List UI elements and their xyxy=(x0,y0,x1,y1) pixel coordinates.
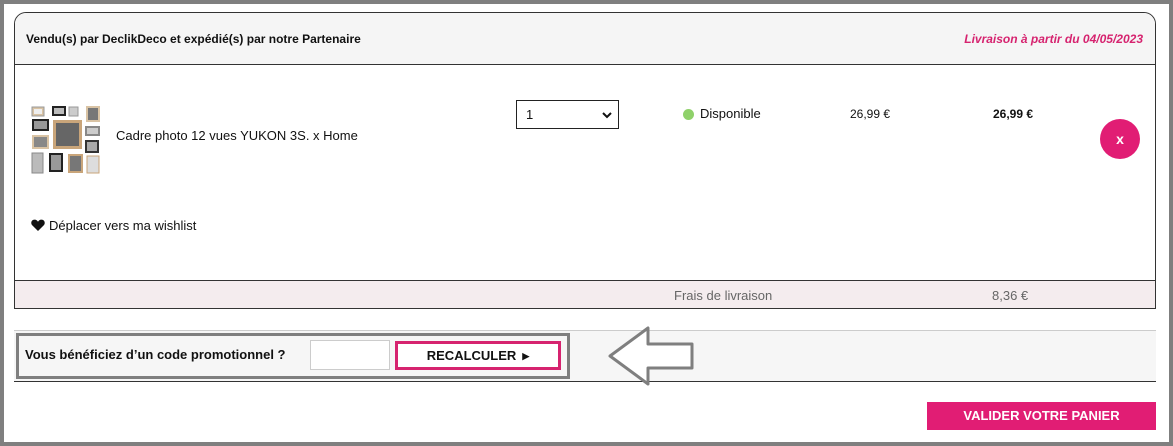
unit-price: 26,99 € xyxy=(850,107,891,121)
availability-status: Disponible xyxy=(700,106,761,121)
line-total-price: 26,99 € xyxy=(993,107,1034,121)
promo-code-input[interactable] xyxy=(310,340,390,370)
cart-seller-block: Vendu(s) par DeclikDeco et expédié(s) pa… xyxy=(14,12,1156,309)
seller-header: Vendu(s) par DeclikDeco et expédié(s) pa… xyxy=(15,13,1155,65)
shipping-fees-row: Frais de livraison 8,36 € xyxy=(15,280,1155,308)
availability-dot-icon xyxy=(683,109,694,120)
promo-code-label: Vous bénéficiez d’un code promotionnel ? xyxy=(25,347,286,362)
delivery-date: Livraison à partir du 04/05/2023 xyxy=(964,32,1143,46)
recalculate-button[interactable]: RECALCULER ▶ xyxy=(395,341,561,370)
annotation-arrow-icon xyxy=(608,326,694,386)
shipping-fees-value: 8,36 € xyxy=(992,288,1029,303)
product-thumbnail[interactable] xyxy=(31,105,101,175)
quantity-select[interactable]: 1 xyxy=(516,100,619,129)
product-name[interactable]: Cadre photo 12 vues YUKON 3S. x Home xyxy=(116,128,358,143)
seller-info: Vendu(s) par DeclikDeco et expédié(s) pa… xyxy=(26,32,361,46)
remove-item-button[interactable]: x xyxy=(1100,119,1140,159)
shipping-fees-label: Frais de livraison xyxy=(674,288,773,303)
move-to-wishlist-link[interactable]: Déplacer vers ma wishlist xyxy=(31,218,196,233)
chevron-down-icon xyxy=(602,112,612,119)
heart-icon xyxy=(31,219,45,231)
triangle-right-icon: ▶ xyxy=(522,351,530,361)
validate-cart-button[interactable]: VALIDER VOTRE PANIER xyxy=(927,402,1156,430)
recalculate-label: RECALCULER xyxy=(426,348,517,363)
wishlist-label: Déplacer vers ma wishlist xyxy=(49,218,197,233)
quantity-value: 1 xyxy=(526,107,534,122)
